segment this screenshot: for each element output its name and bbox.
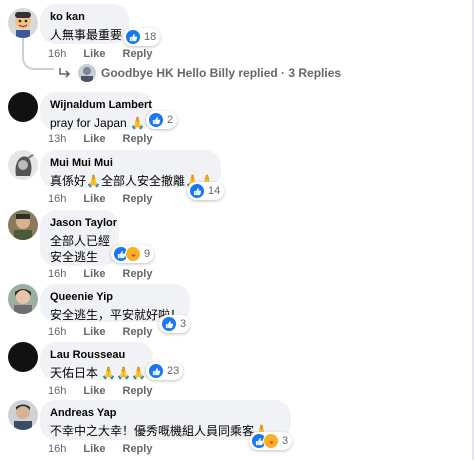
reaction-count: 14 <box>208 185 221 197</box>
comment-text: pray for Japan 🙏 <box>50 115 146 131</box>
reply-button[interactable]: Reply <box>123 385 153 397</box>
reaction-count: 3 <box>180 318 187 330</box>
like-icon <box>189 183 205 199</box>
like-button[interactable]: Like <box>83 48 105 60</box>
avatar[interactable] <box>8 342 38 372</box>
comment-author[interactable]: ko kan <box>50 10 119 24</box>
like-icon <box>125 29 141 45</box>
reaction-count: 2 <box>167 114 174 126</box>
comment-text-body: pray for Japan <box>50 116 127 130</box>
care-icon <box>263 433 279 449</box>
folded-hands-emoji: 🙏 <box>130 116 146 130</box>
care-icon <box>125 246 141 262</box>
comment-actions: 16h Like Reply <box>48 268 166 280</box>
comment-time[interactable]: 16h <box>48 268 66 280</box>
like-button[interactable]: Like <box>83 385 105 397</box>
reply-button[interactable]: Reply <box>123 326 153 338</box>
reaction-count: 9 <box>144 248 151 260</box>
comment-actions: 13h Like Reply <box>48 133 166 145</box>
comment-time[interactable]: 16h <box>48 193 66 205</box>
avatar[interactable] <box>8 284 38 314</box>
reaction-count: 3 <box>282 435 289 447</box>
comment-author[interactable]: Wijnaldum Lambert <box>50 98 152 112</box>
comment-bubble: Wijnaldum Lambert pray for Japan 🙏 <box>40 92 153 130</box>
comment-actions: 16h Like Reply <box>48 193 166 205</box>
like-button[interactable]: Like <box>83 326 105 338</box>
reaction-summary[interactable]: 9 <box>111 245 155 263</box>
avatar[interactable] <box>8 400 38 430</box>
comment-time[interactable]: 16h <box>48 385 66 397</box>
folded-hands-emoji: 🙏🙏🙏 <box>101 366 147 380</box>
comment-author[interactable]: Lau Rousseau <box>50 348 143 362</box>
reaction-count: 23 <box>167 365 180 377</box>
reaction-summary[interactable]: 2 <box>146 111 178 129</box>
folded-hands-emoji: 🙏 <box>86 174 101 188</box>
comment-author[interactable]: Jason Taylor <box>50 216 117 230</box>
reply-author-avatar <box>78 64 96 82</box>
like-button[interactable]: Like <box>83 133 105 145</box>
reaction-summary[interactable]: 23 <box>146 362 184 380</box>
comment-text: 不幸中之大幸！優秀嘅機組人員同乘客🙏 <box>50 423 281 439</box>
avatar[interactable] <box>8 8 38 38</box>
comment-text-part: 真係好 <box>50 174 87 188</box>
reply-button[interactable]: Reply <box>123 443 153 455</box>
view-replies-link[interactable]: Goodbye HK Hello Billy replied · 3 Repli… <box>58 64 341 82</box>
like-button[interactable]: Like <box>83 443 105 455</box>
comment-text-part: 全部人安全撤離 <box>100 174 185 188</box>
comment-text-line2: 安全逃生 <box>50 250 99 264</box>
reaction-summary[interactable]: 18 <box>123 28 161 46</box>
reaction-summary[interactable]: 3 <box>249 432 293 450</box>
comment-author[interactable]: Mui Mui Mui <box>50 156 211 170</box>
comment-bubble: Lau Rousseau 天佑日本 🙏🙏🙏 <box>40 342 153 380</box>
comment-time[interactable]: 13h <box>48 133 66 145</box>
comment-text-body: 不幸中之大幸！優秀嘅機組人員同乘客 <box>50 424 255 438</box>
comment-actions: 16h Like Reply <box>48 443 166 455</box>
reaction-count: 18 <box>144 31 157 43</box>
thread-connector <box>22 38 54 70</box>
reply-button[interactable]: Reply <box>123 268 153 280</box>
like-icon <box>148 363 164 379</box>
comment-bubble: Jason Taylor 全部人已經 安全逃生 <box>40 210 119 266</box>
replies-summary-text[interactable]: Goodbye HK Hello Billy replied · 3 Repli… <box>101 66 341 80</box>
comment-text-line1: 全部人已經 <box>50 234 111 248</box>
comment-text-body: 天佑日本 <box>50 366 99 380</box>
reaction-summary[interactable]: 14 <box>187 182 225 200</box>
reply-arrow-icon <box>59 68 71 78</box>
avatar[interactable] <box>8 92 38 122</box>
comment-author[interactable]: Andreas Yap <box>50 406 281 420</box>
comment-actions: 16h Like Reply <box>48 385 166 397</box>
like-button[interactable]: Like <box>83 268 105 280</box>
like-icon <box>148 112 164 128</box>
comment-text: 人無事最重要 <box>50 28 123 42</box>
reply-button[interactable]: Reply <box>123 133 153 145</box>
avatar[interactable] <box>8 210 38 240</box>
comment-time[interactable]: 16h <box>48 326 66 338</box>
reply-button[interactable]: Reply <box>123 48 153 60</box>
comment-time[interactable]: 16h <box>48 443 66 455</box>
like-button[interactable]: Like <box>83 193 105 205</box>
reply-button[interactable]: Reply <box>123 193 153 205</box>
comment-actions: 16h Like Reply <box>48 48 166 60</box>
comment-actions: 16h Like Reply <box>48 326 166 338</box>
comment-text: 天佑日本 🙏🙏🙏 <box>50 365 147 381</box>
comment-author[interactable]: Queenie Yip <box>50 290 180 304</box>
avatar[interactable] <box>8 150 38 180</box>
